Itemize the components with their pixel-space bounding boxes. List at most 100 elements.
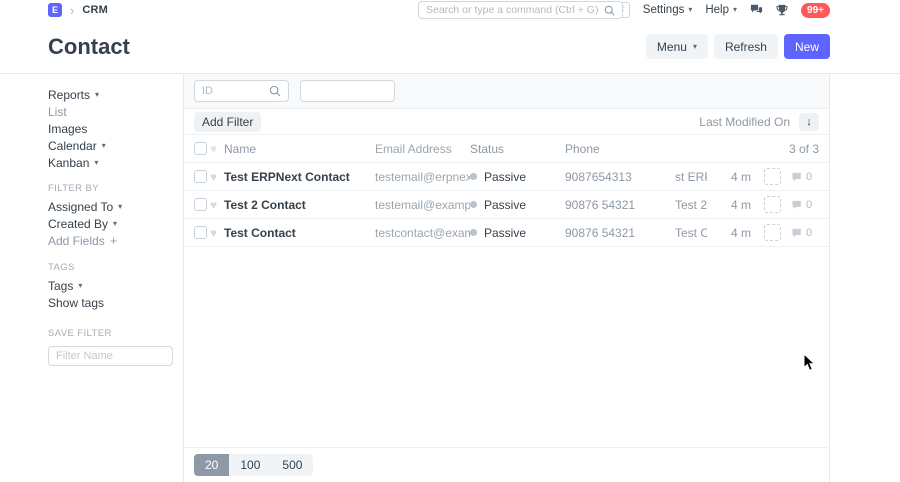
search-icon — [269, 85, 281, 97]
sidebar-item-label: Add Fields — [48, 234, 105, 248]
sort-by-label[interactable]: Last Modified On — [699, 115, 790, 129]
comment-icon — [791, 199, 803, 211]
contact-phone: 9087654313 — [565, 170, 675, 184]
chevron-right-icon: › — [70, 4, 74, 17]
status-dot-icon — [470, 173, 477, 180]
arrow-down-icon: ↓ — [806, 116, 812, 128]
status-label: Passive — [484, 226, 526, 240]
chat-icon[interactable] — [750, 4, 763, 16]
sidebar-item-calendar[interactable]: Calendar ▾ — [48, 137, 173, 154]
contact-name-link[interactable]: Test ERPNext Contact — [224, 170, 375, 184]
page-title: Contact — [48, 34, 130, 60]
page-size-500[interactable]: 500 — [271, 454, 313, 476]
assign-button[interactable] — [764, 196, 781, 213]
id-filter — [194, 80, 289, 102]
add-filter-button[interactable]: Add Filter — [194, 112, 261, 132]
contact-title-tag: st ERPNext Contact — [675, 170, 707, 184]
search-icon — [604, 5, 615, 16]
settings-menu[interactable]: Settings ▾ — [643, 4, 693, 16]
status-indicator: Passive — [470, 198, 565, 212]
like-heart-icon[interactable]: ♥ — [210, 227, 224, 239]
notification-badge[interactable]: 99+ — [801, 3, 830, 18]
column-header-email: Email Address — [375, 142, 470, 156]
modified-ago: 4 m — [721, 226, 751, 240]
trophy-icon[interactable] — [776, 4, 788, 17]
page-size-selector: 20 100 500 — [194, 454, 313, 476]
id-filter-input[interactable] — [202, 85, 269, 97]
sidebar-item-label: Tags — [48, 279, 73, 293]
assign-button[interactable] — [764, 168, 781, 185]
contact-title-tag: Test Contact — [675, 226, 707, 240]
filter-search-row — [184, 74, 829, 109]
chevron-down-icon: ▾ — [95, 91, 99, 99]
row-checkbox[interactable] — [194, 198, 207, 211]
list-header-row: ♥ Name Email Address Status Phone 3 of 3 — [184, 135, 829, 163]
heart-icon: ♥ — [210, 143, 224, 155]
contact-name-link[interactable]: Test 2 Contact — [224, 198, 375, 212]
chevron-down-icon: ▾ — [102, 142, 106, 150]
new-button-label: New — [795, 40, 819, 54]
sidebar-item-list[interactable]: List — [48, 103, 173, 120]
page-actions: Menu ▾ Refresh New — [646, 34, 830, 59]
table-row: ♥ Test ERPNext Contact testemail@erpnext… — [184, 163, 829, 191]
sidebar-show-tags[interactable]: Show tags — [48, 294, 173, 311]
tags-heading: TAGS — [48, 262, 173, 274]
breadcrumb[interactable]: CRM — [82, 4, 108, 16]
column-header-status: Status — [470, 142, 565, 156]
app-logo[interactable]: E — [48, 3, 62, 17]
like-heart-icon[interactable]: ♥ — [210, 199, 224, 211]
sidebar-item-reports[interactable]: Reports ▾ — [48, 86, 173, 103]
refresh-button[interactable]: Refresh — [714, 34, 778, 59]
contact-email: testemail@example.… — [375, 198, 470, 212]
select-all-checkbox[interactable] — [194, 142, 207, 155]
sidebar-add-fields[interactable]: Add Fields + — [48, 232, 173, 249]
contact-title-tag: Test 2 Contact — [675, 198, 707, 212]
global-search-input[interactable] — [426, 4, 604, 16]
sidebar-created-by[interactable]: Created By ▾ — [48, 215, 173, 232]
sidebar-item-kanban[interactable]: Kanban ▾ — [48, 154, 173, 171]
like-heart-icon[interactable]: ♥ — [210, 171, 224, 183]
menu-button[interactable]: Menu ▾ — [646, 34, 708, 59]
chevron-down-icon: ▾ — [118, 203, 122, 211]
page-size-100[interactable]: 100 — [229, 454, 271, 476]
comment-count: 0 — [791, 227, 819, 239]
comment-count-value: 0 — [806, 199, 812, 211]
sort-direction-button[interactable]: ↓ — [799, 113, 819, 131]
field-filter-input[interactable] — [308, 85, 387, 97]
filter-name-input[interactable] — [48, 346, 173, 366]
status-indicator: Passive — [470, 170, 565, 184]
sidebar-item-label: List — [48, 105, 67, 119]
filter-action-row: Add Filter Last Modified On ↓ — [184, 109, 829, 135]
sidebar-item-label: Show tags — [48, 296, 104, 310]
list-sidebar: Reports ▾ List Images Calendar ▾ Kanban … — [0, 74, 184, 482]
page-size-20[interactable]: 20 — [194, 454, 229, 476]
list-footer: 20 100 500 — [184, 447, 830, 482]
new-button[interactable]: New — [784, 34, 830, 59]
sidebar-tags[interactable]: Tags ▾ — [48, 277, 173, 294]
contact-email: testcontact@exampl… — [375, 226, 470, 240]
top-navbar: E › CRM F Settings ▾ Help ▾ 99+ — [0, 0, 900, 20]
contact-name-link[interactable]: Test Contact — [224, 226, 375, 240]
sidebar-assigned-to[interactable]: Assigned To ▾ — [48, 198, 173, 215]
menu-button-label: Menu — [657, 40, 687, 54]
row-checkbox[interactable] — [194, 170, 207, 183]
filter-by-heading: FILTER BY — [48, 183, 173, 195]
sidebar-item-label: Calendar — [48, 139, 97, 153]
help-label: Help — [705, 4, 729, 16]
column-header-name: Name — [224, 142, 375, 156]
sidebar-item-images[interactable]: Images — [48, 120, 173, 137]
sidebar-item-label: Assigned To — [48, 200, 113, 214]
status-dot-icon — [470, 201, 477, 208]
sidebar-item-label: Reports — [48, 88, 90, 102]
status-label: Passive — [484, 170, 526, 184]
chevron-down-icon: ▾ — [94, 159, 98, 167]
page-head: Contact Menu ▾ Refresh New — [0, 20, 900, 73]
modified-ago: 4 m — [721, 170, 751, 184]
chevron-down-icon: ▾ — [733, 6, 737, 14]
comment-count-value: 0 — [806, 171, 812, 183]
row-checkbox[interactable] — [194, 226, 207, 239]
assign-button[interactable] — [764, 224, 781, 241]
refresh-button-label: Refresh — [725, 40, 767, 54]
help-menu[interactable]: Help ▾ — [705, 4, 737, 16]
comment-count: 0 — [791, 199, 819, 211]
